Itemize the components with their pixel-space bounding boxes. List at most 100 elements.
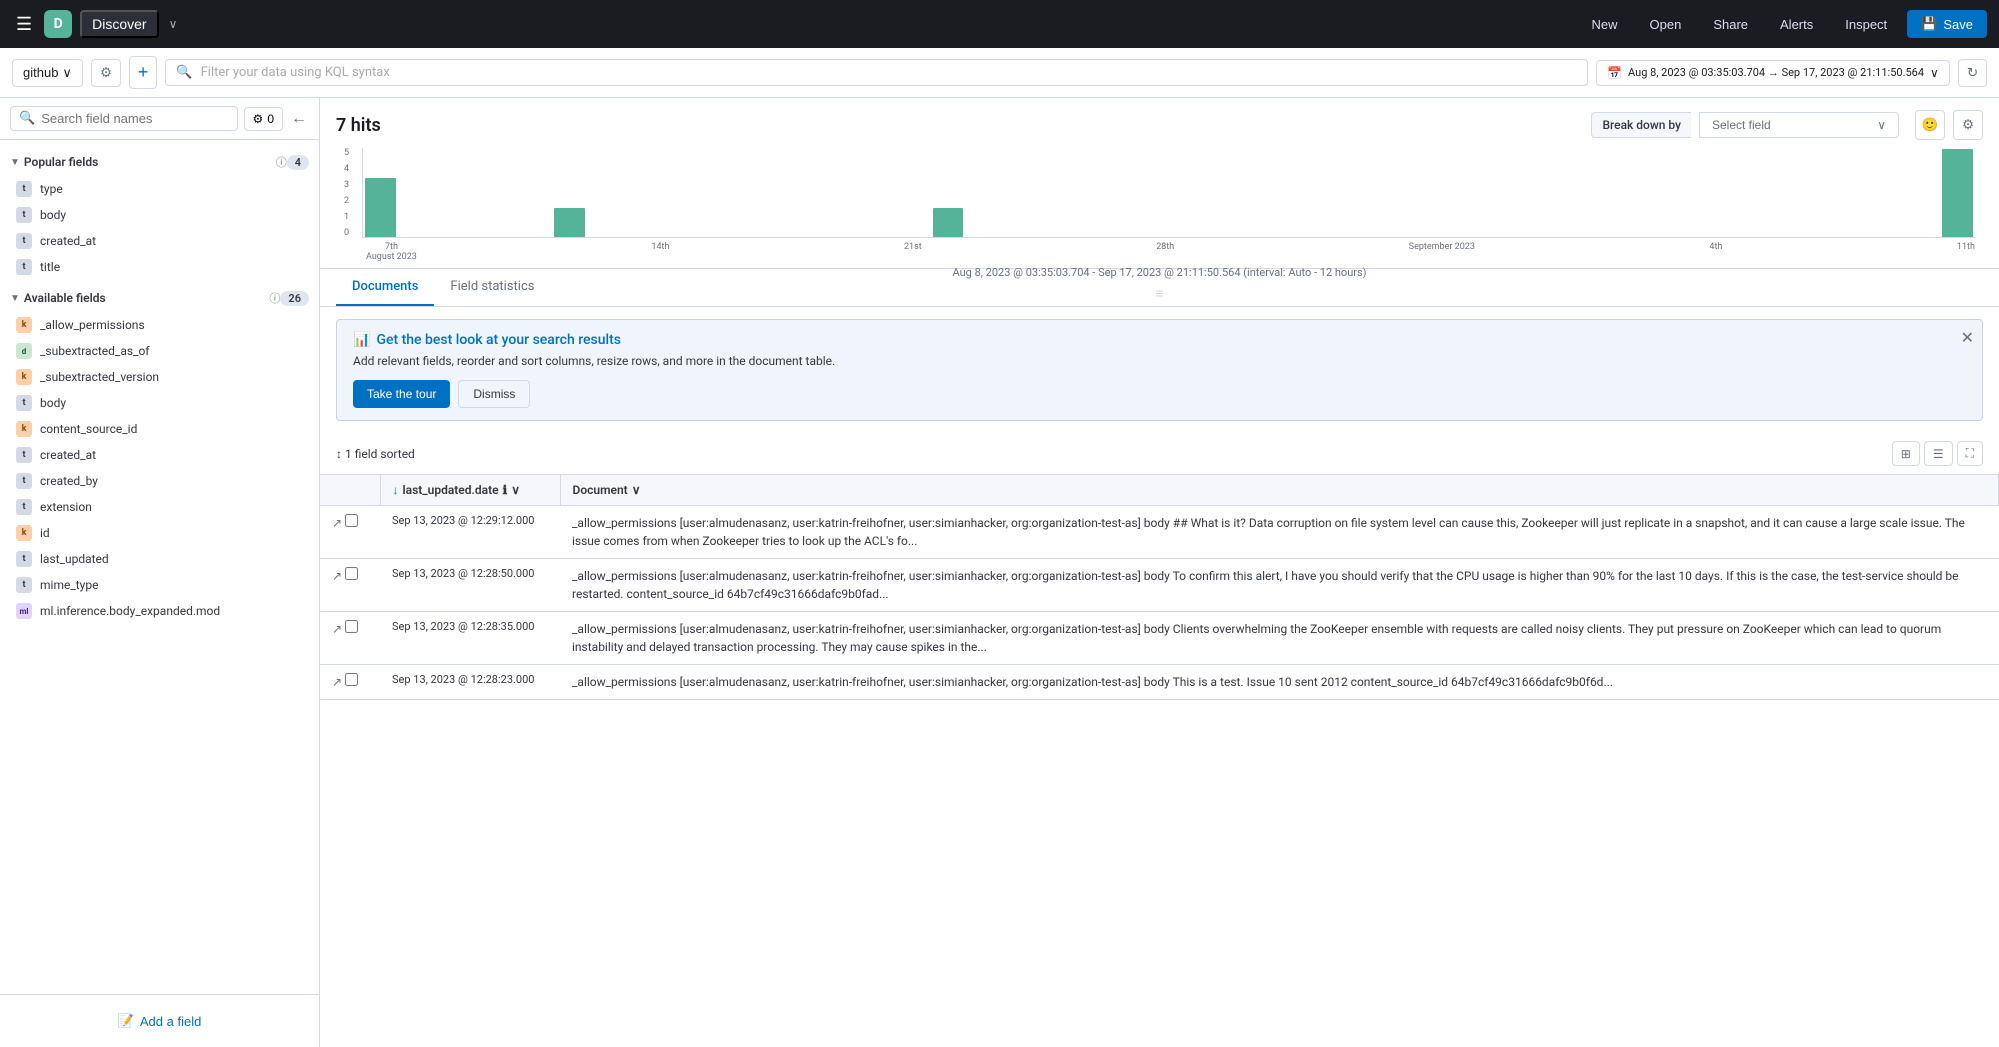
app-chevron-icon: ∨ xyxy=(169,17,178,31)
field-type-badge: t xyxy=(16,447,32,463)
popular-field-item[interactable]: ttitle xyxy=(0,254,319,280)
field-type-badge: t xyxy=(16,473,32,489)
data-source-button[interactable]: github ∨ xyxy=(12,59,83,87)
row-checkbox[interactable] xyxy=(345,673,358,686)
x-labels: 7thAugust 2023 14th 21st 28th September … xyxy=(366,238,1975,262)
filter-count-button[interactable]: ⚙ 0 xyxy=(244,107,283,131)
date-col-label: last_updated.date xyxy=(403,483,499,497)
inspect-button[interactable]: Inspect xyxy=(1833,13,1899,36)
available-field-item[interactable]: kid xyxy=(0,520,319,546)
alerts-button[interactable]: Alerts xyxy=(1768,13,1825,36)
available-field-item[interactable]: tcreated_by xyxy=(0,468,319,494)
available-field-item[interactable]: k_subextracted_version xyxy=(0,364,319,390)
available-field-item[interactable]: d_subextracted_as_of xyxy=(0,338,319,364)
chart-settings-button[interactable]: ⚙ xyxy=(1953,110,1983,140)
new-button[interactable]: New xyxy=(1579,13,1629,36)
row-expand-button[interactable]: ↗ xyxy=(332,516,342,530)
popular-field-item[interactable]: ttype xyxy=(0,176,319,202)
filter-options-button[interactable]: ⚙ xyxy=(91,59,121,87)
popular-fields-info-icon[interactable]: ⓘ xyxy=(276,154,287,170)
view-rows-button[interactable]: ☰ xyxy=(1924,441,1953,466)
break-down-label: Break down by xyxy=(1591,112,1691,138)
content-area: 7 hits Break down by Select field ∨ 🙂 ⚙ xyxy=(320,98,1999,1047)
chart-smiley-button[interactable]: 🙂 xyxy=(1915,110,1945,140)
save-button[interactable]: 💾 Save xyxy=(1907,10,1987,38)
row-date: Sep 13, 2023 @ 12:28:23.000 xyxy=(380,665,560,700)
calendar-icon: 📅 xyxy=(1607,66,1622,80)
available-field-item[interactable]: kcontent_source_id xyxy=(0,416,319,442)
refresh-button[interactable]: ↻ xyxy=(1958,59,1987,87)
col-header-actions xyxy=(320,475,380,506)
available-field-item[interactable]: tmime_type xyxy=(0,572,319,598)
available-field-item[interactable]: k _allow_permissions xyxy=(0,312,319,338)
x-label-0: 7thAugust 2023 xyxy=(366,242,417,262)
chart-drag-handle[interactable]: ≡ xyxy=(344,283,1975,302)
date-info-icon: ℹ xyxy=(503,483,508,497)
x-label-2: 21st xyxy=(904,242,922,262)
row-document: _allow_permissions [user:almudenasanz, u… xyxy=(560,665,1999,700)
available-fields-info-icon[interactable]: ⓘ xyxy=(269,290,280,306)
table-body: ↗ Sep 13, 2023 @ 12:29:12.000 _allow_per… xyxy=(320,506,1999,700)
available-field-item[interactable]: tcreated_at xyxy=(0,442,319,468)
field-name: _subextracted_as_of xyxy=(40,344,149,358)
field-type-badge: t xyxy=(16,551,32,567)
row-expand-button[interactable]: ↗ xyxy=(332,675,342,689)
view-expand-button[interactable]: ⛶ xyxy=(1957,441,1983,466)
tour-close-button[interactable]: ✕ xyxy=(1961,328,1974,348)
top-navigation: ☰ D Discover ∨ New Open Share Alerts Ins… xyxy=(0,0,1999,48)
hits-count: 7 hits xyxy=(336,115,1591,136)
field-name: body xyxy=(40,208,66,222)
field-name: id xyxy=(40,526,50,540)
field-type-badge: k xyxy=(16,317,32,333)
popular-fields-section-header[interactable]: ▼ Popular fields ⓘ 4 xyxy=(0,148,319,176)
available-fields-section-header[interactable]: ▼ Available fields ⓘ 26 xyxy=(0,284,319,312)
row-checkbox[interactable] xyxy=(345,567,358,580)
available-field-item[interactable]: textension xyxy=(0,494,319,520)
row-actions: ↗ xyxy=(320,665,380,700)
available-field-item[interactable]: tbody xyxy=(0,390,319,416)
col-header-document[interactable]: Document ∨ xyxy=(560,475,1999,506)
tour-banner: 📊 Get the best look at your search resul… xyxy=(336,319,1983,421)
open-button[interactable]: Open xyxy=(1638,13,1694,36)
time-picker[interactable]: 📅 Aug 8, 2023 @ 03:35:03.704 → Sep 17, 2… xyxy=(1596,60,1950,86)
search-input[interactable] xyxy=(41,111,228,126)
sort-indicator: ↕ 1 field sorted xyxy=(336,447,1884,461)
available-fields-list: k_allow_permissionsd_subextracted_as_ofk… xyxy=(0,312,319,624)
y-label-5: 5 xyxy=(344,148,358,158)
y-label-1: 1 xyxy=(344,212,358,222)
row-expand-button[interactable]: ↗ xyxy=(332,569,342,583)
hamburger-menu-button[interactable]: ☰ xyxy=(12,10,36,39)
tour-banner-actions: Take the tour Dismiss xyxy=(353,380,1966,408)
popular-field-item[interactable]: tbody xyxy=(0,202,319,228)
documents-section: Documents Field statistics 📊 Get the bes… xyxy=(320,269,1999,1047)
field-name: _allow_permissions xyxy=(40,318,145,332)
popular-fields-arrow-icon: ▼ xyxy=(10,157,20,168)
sort-direction-icon: ↓ xyxy=(393,483,399,497)
popular-fields-count: 4 xyxy=(287,155,309,170)
chart-bar xyxy=(1942,149,1973,237)
x-label-5: 4th xyxy=(1709,242,1722,262)
field-type-badge: t xyxy=(16,207,32,223)
add-filter-button[interactable]: + xyxy=(129,56,158,89)
row-checkbox[interactable] xyxy=(345,514,358,527)
app-name-button[interactable]: Discover xyxy=(80,10,158,38)
dismiss-button[interactable]: Dismiss xyxy=(458,380,530,408)
col-header-date[interactable]: ↓ last_updated.date ℹ ∨ xyxy=(380,475,560,506)
available-field-item[interactable]: tlast_updated xyxy=(0,546,319,572)
popular-field-item[interactable]: tcreated_at xyxy=(0,228,319,254)
sidebar-body: ▼ Popular fields ⓘ 4 ttypetbodytcreated_… xyxy=(0,140,319,994)
field-type-badge: t xyxy=(16,577,32,593)
popular-fields-title: Popular fields xyxy=(24,155,274,169)
filter-count-label: 0 xyxy=(267,112,274,126)
row-expand-button[interactable]: ↗ xyxy=(332,622,342,636)
available-field-item[interactable]: mlml.inference.body_expanded.mod xyxy=(0,598,319,624)
collapse-sidebar-button[interactable]: ← xyxy=(289,108,309,130)
view-columns-button[interactable]: ⊞ xyxy=(1892,441,1920,466)
field-search-container[interactable]: 🔍 xyxy=(10,106,238,131)
field-name: content_source_id xyxy=(40,422,137,436)
share-button[interactable]: Share xyxy=(1701,13,1760,36)
take-tour-button[interactable]: Take the tour xyxy=(353,380,450,408)
select-field-button[interactable]: Select field ∨ xyxy=(1699,112,1899,138)
row-checkbox[interactable] xyxy=(345,620,358,633)
add-field-button[interactable]: 📝 Add a field xyxy=(10,1005,309,1037)
